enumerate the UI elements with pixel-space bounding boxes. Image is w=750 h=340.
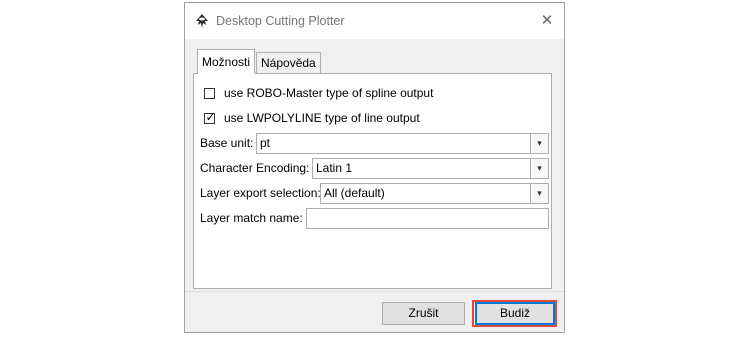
- title-bar: Desktop Cutting Plotter ✕: [185, 3, 564, 39]
- layer-match-input[interactable]: [306, 208, 549, 229]
- lwpolyline-checkbox[interactable]: ✓: [204, 109, 216, 124]
- cancel-button[interactable]: Zrušit: [382, 302, 465, 325]
- layer-export-value: All (default): [324, 186, 385, 200]
- tab-napoveda[interactable]: Nápověda: [256, 52, 321, 74]
- close-button[interactable]: ✕: [535, 10, 559, 32]
- base-unit-label: Base unit:: [200, 136, 254, 150]
- window-title: Desktop Cutting Plotter: [216, 14, 345, 28]
- dialog-window: Desktop Cutting Plotter ✕ Možnosti Nápov…: [184, 2, 565, 333]
- base-unit-select[interactable]: pt ▾: [256, 133, 549, 154]
- robo-master-label: use ROBO-Master type of spline output: [224, 86, 434, 100]
- character-encoding-select[interactable]: Latin 1 ▾: [312, 158, 549, 179]
- options-panel: use ROBO-Master type of spline output ✓ …: [193, 73, 552, 289]
- ok-button[interactable]: Budiž: [475, 302, 555, 325]
- lwpolyline-label: use LWPOLYLINE type of line output: [224, 111, 420, 125]
- character-encoding-label: Character Encoding:: [200, 161, 310, 175]
- inkscape-icon: [196, 14, 208, 28]
- robo-master-checkbox[interactable]: [204, 87, 215, 99]
- layer-match-label: Layer match name:: [200, 211, 303, 225]
- robo-master-checkbox-row[interactable]: use ROBO-Master type of spline output: [204, 84, 433, 102]
- checkmark-icon: ✓: [205, 109, 216, 124]
- lwpolyline-checkbox-row[interactable]: ✓ use LWPOLYLINE type of line output: [204, 109, 420, 127]
- chevron-down-icon: ▾: [530, 159, 548, 178]
- dialog-content: Možnosti Nápověda use ROBO-Master type o…: [185, 39, 564, 291]
- dialog-footer: Zrušit Budiž: [185, 292, 564, 332]
- layer-export-select[interactable]: All (default) ▾: [320, 183, 549, 204]
- character-encoding-value: Latin 1: [316, 161, 353, 175]
- tab-moznosti[interactable]: Možnosti: [197, 49, 256, 74]
- chevron-down-icon: ▾: [530, 134, 548, 153]
- base-unit-value: pt: [260, 136, 271, 150]
- layer-export-label: Layer export selection:: [200, 186, 321, 200]
- chevron-down-icon: ▾: [530, 184, 548, 203]
- close-icon: ✕: [540, 12, 554, 29]
